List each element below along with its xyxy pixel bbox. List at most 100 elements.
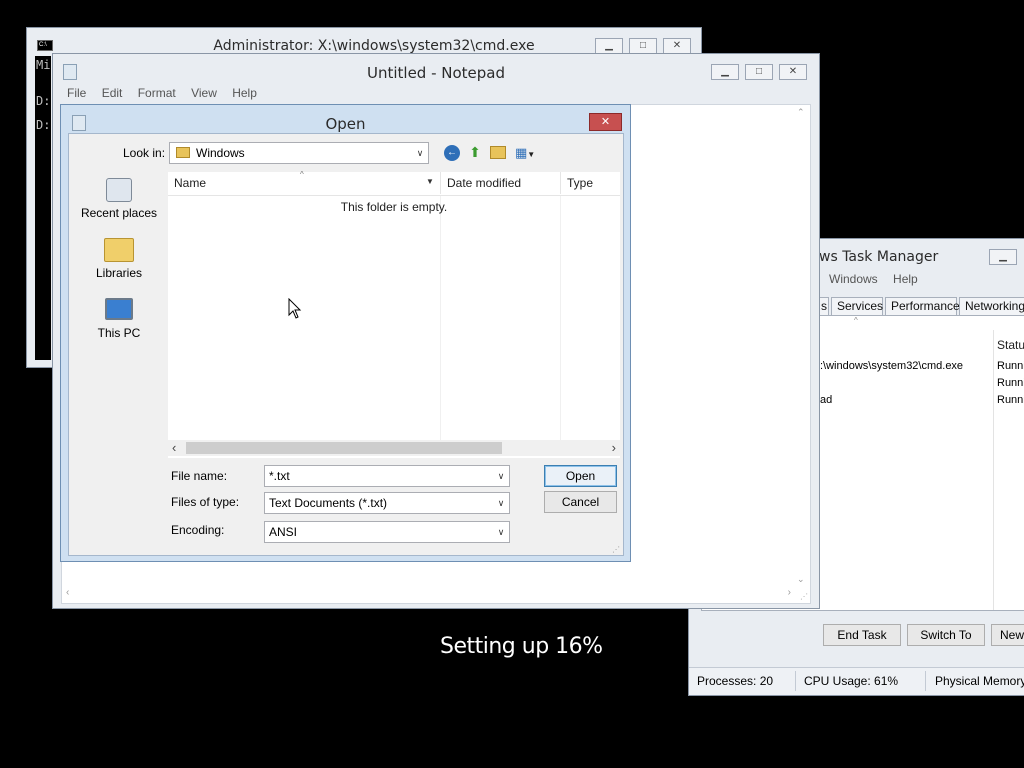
task-status: Runni bbox=[997, 377, 1024, 389]
scroll-right-icon[interactable]: › bbox=[612, 440, 616, 455]
chevron-down-icon: ∨ bbox=[497, 498, 505, 508]
folder-icon bbox=[176, 147, 190, 158]
menu-file[interactable]: File bbox=[67, 86, 86, 100]
horizontal-scrollbar[interactable]: ‹ › bbox=[62, 586, 795, 603]
cmd-close-button[interactable]: ✕ bbox=[663, 38, 691, 54]
cmd-maximize-button[interactable]: □ bbox=[629, 38, 657, 54]
encoding-value: ANSI bbox=[269, 525, 298, 539]
scroll-down-icon[interactable]: ⌄ bbox=[797, 574, 805, 585]
recent-places-label: Recent places bbox=[80, 206, 158, 220]
menu-windows[interactable]: Windows bbox=[829, 272, 878, 286]
file-list[interactable]: Name ^ ▼ Date modified Type This folder … bbox=[168, 170, 620, 458]
view-menu-icon[interactable]: ▦▼ bbox=[515, 145, 541, 161]
cmd-line: D: bbox=[36, 94, 51, 108]
notepad-title: Untitled - Notepad bbox=[366, 64, 506, 82]
cpu-usage: CPU Usage: 61% bbox=[804, 674, 899, 688]
files-of-type-label: Files of type: bbox=[171, 495, 240, 509]
column-divider bbox=[560, 196, 561, 440]
task-manager-minimize-button[interactable]: ▁ bbox=[989, 249, 1017, 265]
notepad-menu: File Edit Format View Help bbox=[67, 86, 269, 100]
new-task-button[interactable]: New bbox=[991, 624, 1024, 646]
look-in-label: Look in: bbox=[123, 146, 166, 160]
vertical-scrollbar[interactable]: ⌃ ⌄ bbox=[793, 105, 810, 587]
notepad-close-button[interactable]: ✕ bbox=[779, 64, 807, 80]
sort-arrow-icon: ^ bbox=[854, 316, 858, 325]
menu-help[interactable]: Help bbox=[893, 272, 918, 286]
size-grip-icon[interactable]: ⋰ bbox=[800, 592, 808, 601]
column-date-modified[interactable]: Date modified bbox=[440, 172, 560, 194]
notepad-minimize-button[interactable]: ▁ bbox=[711, 64, 739, 80]
column-divider bbox=[440, 196, 441, 440]
tab-performance[interactable]: Performance bbox=[885, 297, 960, 315]
horizontal-scrollbar[interactable]: ‹ › bbox=[168, 440, 620, 456]
chevron-down-icon: ∨ bbox=[497, 527, 505, 537]
this-pc-item[interactable]: This PC bbox=[75, 298, 163, 348]
places-bar: Recent places Libraries This PC bbox=[75, 172, 163, 402]
new-folder-icon[interactable] bbox=[490, 146, 506, 159]
cmd-console[interactable]: Mi D: D: bbox=[35, 56, 51, 360]
cmd-line: Mi bbox=[36, 58, 51, 72]
look-in-dropdown[interactable]: Windows ∨ bbox=[169, 142, 429, 164]
libraries-item[interactable]: Libraries bbox=[75, 238, 163, 288]
notepad-maximize-button[interactable]: □ bbox=[745, 64, 773, 80]
recent-places-item[interactable]: Recent places bbox=[75, 178, 163, 228]
mouse-cursor-icon bbox=[288, 298, 302, 319]
switch-to-button[interactable]: Switch To bbox=[907, 624, 985, 646]
dialog-body: Look in: Windows ∨ ← ⬆ ▦▼ Recent places … bbox=[68, 133, 624, 556]
look-in-value: Windows bbox=[196, 146, 245, 160]
libraries-label: Libraries bbox=[95, 266, 143, 280]
end-task-button[interactable]: End Task bbox=[823, 624, 901, 646]
encoding-label: Encoding: bbox=[171, 523, 225, 537]
column-name[interactable]: Name bbox=[168, 172, 440, 194]
open-button[interactable]: Open bbox=[544, 465, 617, 487]
task-name[interactable]: :\windows\system32\cmd.exe bbox=[820, 360, 963, 372]
column-name-dropdown-icon[interactable]: ▼ bbox=[426, 177, 434, 186]
back-icon[interactable]: ← bbox=[444, 145, 460, 161]
column-type[interactable]: Type bbox=[560, 172, 620, 194]
setup-progress-text: Setting up 16% bbox=[440, 634, 603, 659]
file-name-input[interactable]: *.txt ∨ bbox=[264, 465, 510, 487]
chevron-down-icon[interactable]: ∨ bbox=[493, 466, 509, 486]
files-of-type-select[interactable]: Text Documents (*.txt) ∨ bbox=[264, 492, 510, 514]
menu-help[interactable]: Help bbox=[232, 86, 257, 100]
scroll-left-icon[interactable]: ‹ bbox=[172, 440, 176, 455]
cmd-line: D: bbox=[36, 118, 51, 132]
physical-memory: Physical Memory bbox=[935, 674, 1024, 688]
task-manager-tabs: s Services Performance Networking bbox=[819, 297, 1024, 315]
task-status: Runni bbox=[997, 394, 1024, 406]
this-pc-label: This PC bbox=[97, 326, 141, 340]
dialog-close-button[interactable]: ✕ bbox=[589, 113, 622, 131]
scrollbar-thumb[interactable] bbox=[186, 442, 502, 454]
up-folder-icon[interactable]: ⬆ bbox=[467, 144, 483, 160]
file-list-header: Name ^ ▼ Date modified Type bbox=[168, 170, 620, 196]
processes-count: Processes: 20 bbox=[697, 674, 774, 688]
task-manager-menu: Windows Help bbox=[829, 272, 930, 286]
file-name-label: File name: bbox=[171, 469, 228, 483]
menu-format[interactable]: Format bbox=[138, 86, 176, 100]
cancel-button[interactable]: Cancel bbox=[544, 491, 617, 513]
scroll-right-icon[interactable]: › bbox=[788, 587, 791, 598]
menu-edit[interactable]: Edit bbox=[102, 86, 123, 100]
encoding-select[interactable]: ANSI ∨ bbox=[264, 521, 510, 543]
status-column-divider bbox=[993, 330, 994, 610]
chevron-down-icon: ∨ bbox=[416, 148, 424, 158]
status-column-header[interactable]: Status bbox=[997, 338, 1024, 352]
cmd-minimize-button[interactable]: ▁ bbox=[595, 38, 623, 54]
menu-view[interactable]: View bbox=[191, 86, 217, 100]
this-pc-icon bbox=[105, 298, 133, 320]
dialog-title: Open bbox=[325, 115, 366, 133]
tab-services[interactable]: Services bbox=[831, 297, 883, 315]
size-grip-icon[interactable]: ⋰ bbox=[612, 545, 620, 554]
recent-places-icon bbox=[106, 178, 132, 202]
task-name[interactable]: ad bbox=[820, 394, 832, 406]
open-dialog: Open ✕ Look in: Windows ∨ ← ⬆ ▦▼ Recent … bbox=[60, 104, 631, 562]
scroll-up-icon[interactable]: ⌃ bbox=[797, 107, 805, 118]
tab-networking[interactable]: Networking bbox=[959, 297, 1024, 315]
file-name-value: *.txt bbox=[269, 469, 290, 483]
sort-ascending-icon: ^ bbox=[300, 170, 304, 179]
files-of-type-value: Text Documents (*.txt) bbox=[269, 496, 388, 510]
tab-applications[interactable]: s bbox=[819, 297, 829, 315]
scroll-left-icon[interactable]: ‹ bbox=[66, 587, 69, 598]
libraries-icon bbox=[104, 238, 134, 262]
task-status: Runni bbox=[997, 360, 1024, 372]
